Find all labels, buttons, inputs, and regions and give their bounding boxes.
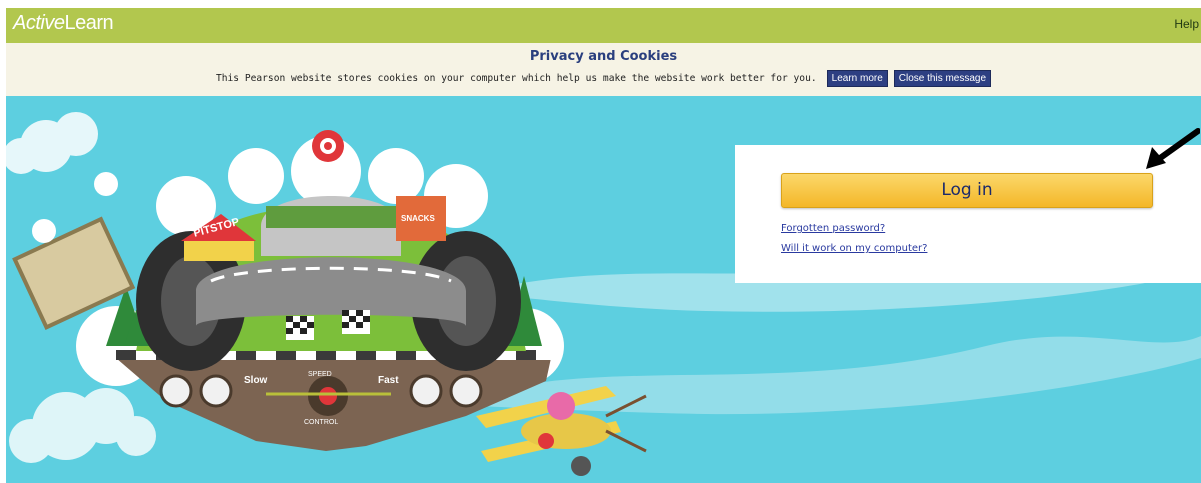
fast-label: Fast <box>378 375 399 386</box>
speed-label: SPEED <box>308 371 332 378</box>
login-panel: Log in Forgotten password? Will it work … <box>735 145 1201 283</box>
cloud <box>6 112 98 174</box>
stadium-crowd <box>266 206 396 228</box>
gauge-icon <box>94 172 118 196</box>
log-in-button[interactable]: Log in <box>781 173 1153 208</box>
activelearn-logo[interactable]: ActiveLearn <box>13 12 114 35</box>
control-label: CONTROL <box>304 419 338 426</box>
snacks-sign: SNACKS <box>401 214 435 223</box>
cookie-banner-row: This Pearson website stores cookies on y… <box>6 69 1201 87</box>
cookie-banner-message: This Pearson website stores cookies on y… <box>215 72 817 84</box>
cloud <box>9 388 156 463</box>
cookie-banner-title: Privacy and Cookies <box>529 49 678 64</box>
gauge-icon <box>32 219 56 243</box>
forgotten-password-link[interactable]: Forgotten password? <box>781 223 885 234</box>
top-bar: ActiveLearn Help <box>6 8 1201 43</box>
slow-label: Slow <box>244 375 268 386</box>
learn-more-button[interactable]: Learn more <box>826 69 888 87</box>
cookie-banner: Privacy and Cookies This Pearson website… <box>6 43 1201 96</box>
compatibility-link[interactable]: Will it work on my computer? <box>781 243 927 254</box>
help-link[interactable]: Help <box>1174 17 1199 31</box>
pointer-arrow-icon <box>1146 128 1200 169</box>
close-message-button[interactable]: Close this message <box>893 69 992 87</box>
